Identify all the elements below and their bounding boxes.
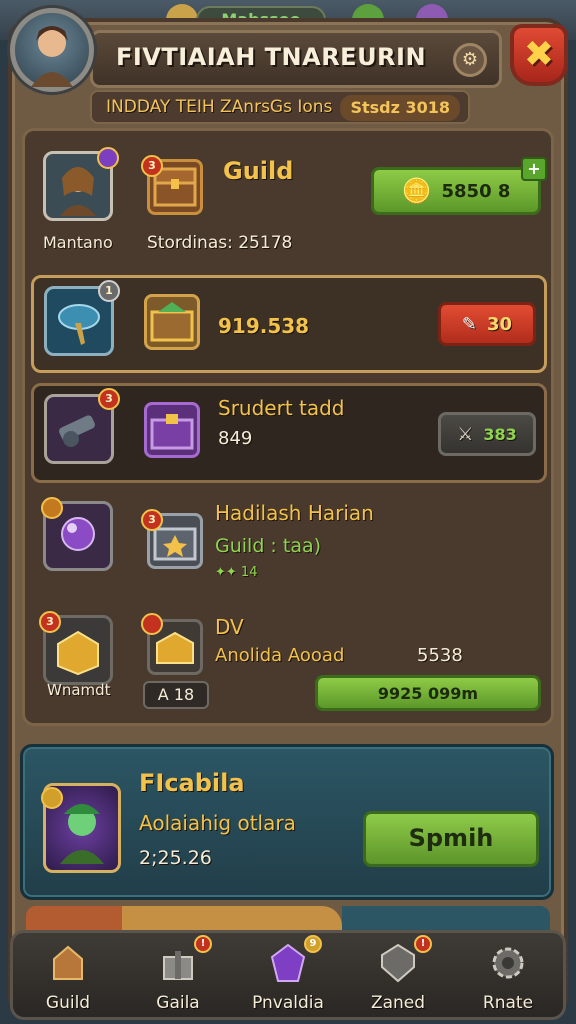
row-title: DV (215, 615, 244, 639)
row-tag: ✦✦ 14 (215, 565, 258, 580)
nav-label: Pnvaldia (252, 993, 324, 1013)
row-subtitle: 849 (218, 428, 253, 449)
crystal-icon (266, 941, 310, 985)
row-subtitle: Guild : taa) (215, 535, 322, 557)
chest-icon (144, 294, 200, 350)
subtitle-bar: INDDAY TEIH ZAnrsGs Ions Stsdz 3018 (90, 90, 470, 124)
nav-label: Zaned (370, 993, 426, 1013)
row-title: Srudert tadd (218, 396, 345, 420)
nav-label: Guild (45, 993, 91, 1013)
claim-button-value: 5850 8 (441, 180, 511, 202)
action-button-value: 383 (483, 424, 517, 444)
nav-item-pnvaldia[interactable]: 9 Pnvaldia (238, 933, 338, 1017)
progress-button[interactable]: 9925 099m (315, 675, 541, 711)
notification-badge: ! (414, 935, 432, 953)
gear-icon (486, 941, 530, 985)
promo-subtitle: Aolaiahig otlara (139, 811, 296, 835)
bottom-nav: Guild ! Gaila 9 Pnvaldia ! Zaned Rnate (10, 930, 566, 1020)
notification-badge: ! (194, 935, 212, 953)
chest-icon (144, 402, 200, 458)
action-button[interactable]: ⚔ 383 (438, 412, 536, 456)
title-bar: FIVTIAIAH TNAREURIN ⚙ (90, 30, 502, 88)
list-item[interactable]: 1 919.538 ✎ 30 (31, 275, 547, 373)
promo-button[interactable]: Spmih (363, 811, 539, 867)
count-badge (41, 497, 63, 519)
row-title: Guild (223, 157, 294, 185)
row-title: Hadilash Harian (215, 501, 374, 525)
claim-button[interactable]: 🪙 5850 8 (371, 167, 541, 215)
gem-badge-icon (97, 147, 119, 169)
plus-icon[interactable]: + (521, 157, 547, 181)
row-subtitle: Stordinas: 25178 (147, 233, 293, 253)
shield-icon (376, 941, 420, 985)
promo-title: FIcabila (139, 769, 245, 797)
list-item[interactable]: 3 Wnamdt A 18 DV Anolida Aooad 5538 9925… (31, 605, 547, 723)
row-value: 919.538 (218, 314, 310, 338)
progress-value: 9925 099m (377, 683, 479, 703)
gold-ingot-icon: 🪙 (401, 177, 432, 205)
promo-value: 2;25.26 (139, 847, 212, 869)
promo-badge (41, 787, 63, 809)
nav-label: Gaila (156, 993, 200, 1013)
action-button-value: 30 (487, 313, 513, 335)
count-badge: 3 (98, 388, 120, 410)
notification-badge: 9 (304, 935, 322, 953)
count-badge: 3 (39, 611, 61, 633)
nav-item-guild[interactable]: Guild (18, 933, 118, 1017)
hero-portrait-icon (31, 26, 73, 87)
count-badge: 3 (141, 155, 163, 177)
nav-label: Rnate (482, 993, 534, 1013)
subtitle-value: Stsdz 3018 (340, 95, 460, 121)
settings-button[interactable]: ⚙ (453, 43, 487, 77)
guild-list-panel: Mantano 3 Guild Stordinas: 25178 🪙 5850 … (22, 128, 554, 726)
row-subtitle: Anolida Aooad (215, 645, 345, 666)
nav-item-zaned[interactable]: ! Zaned (348, 933, 448, 1017)
nav-item-gaila[interactable]: ! Gaila (128, 933, 228, 1017)
list-item[interactable]: Mantano 3 Guild Stordinas: 25178 🪙 5850 … (31, 137, 547, 267)
close-button[interactable]: ✖ (510, 24, 568, 86)
promo-panel: FIcabila Aolaiahig otlara 2;25.26 Spmih (20, 744, 554, 900)
list-item[interactable]: 3 Srudert tadd 849 ⚔ 383 (31, 383, 547, 483)
count-badge: 1 (98, 280, 120, 302)
row-value: 5538 (417, 645, 463, 666)
guild-icon (46, 941, 90, 985)
avatar[interactable] (10, 8, 94, 92)
count-badge: 3 (141, 509, 163, 531)
hammer-icon: ✎ (461, 313, 478, 335)
subtitle-text: INDDAY TEIH ZAnrsGs Ions (106, 97, 333, 117)
count-badge (141, 613, 163, 635)
action-button[interactable]: ✎ 30 (438, 302, 536, 346)
hero-name: Mantano (43, 233, 113, 252)
list-item[interactable]: 3 Hadilash Harian Guild : taa) ✦✦ 14 (31, 491, 547, 601)
nav-item-rnate[interactable]: Rnate (458, 933, 558, 1017)
gift-icon (156, 941, 200, 985)
sword-icon: ⚔ (457, 423, 474, 445)
item-label: Wnamdt (47, 681, 111, 699)
chest-count: A 18 (143, 681, 209, 709)
page-title: FIVTIAIAH TNAREURIN (115, 43, 427, 71)
